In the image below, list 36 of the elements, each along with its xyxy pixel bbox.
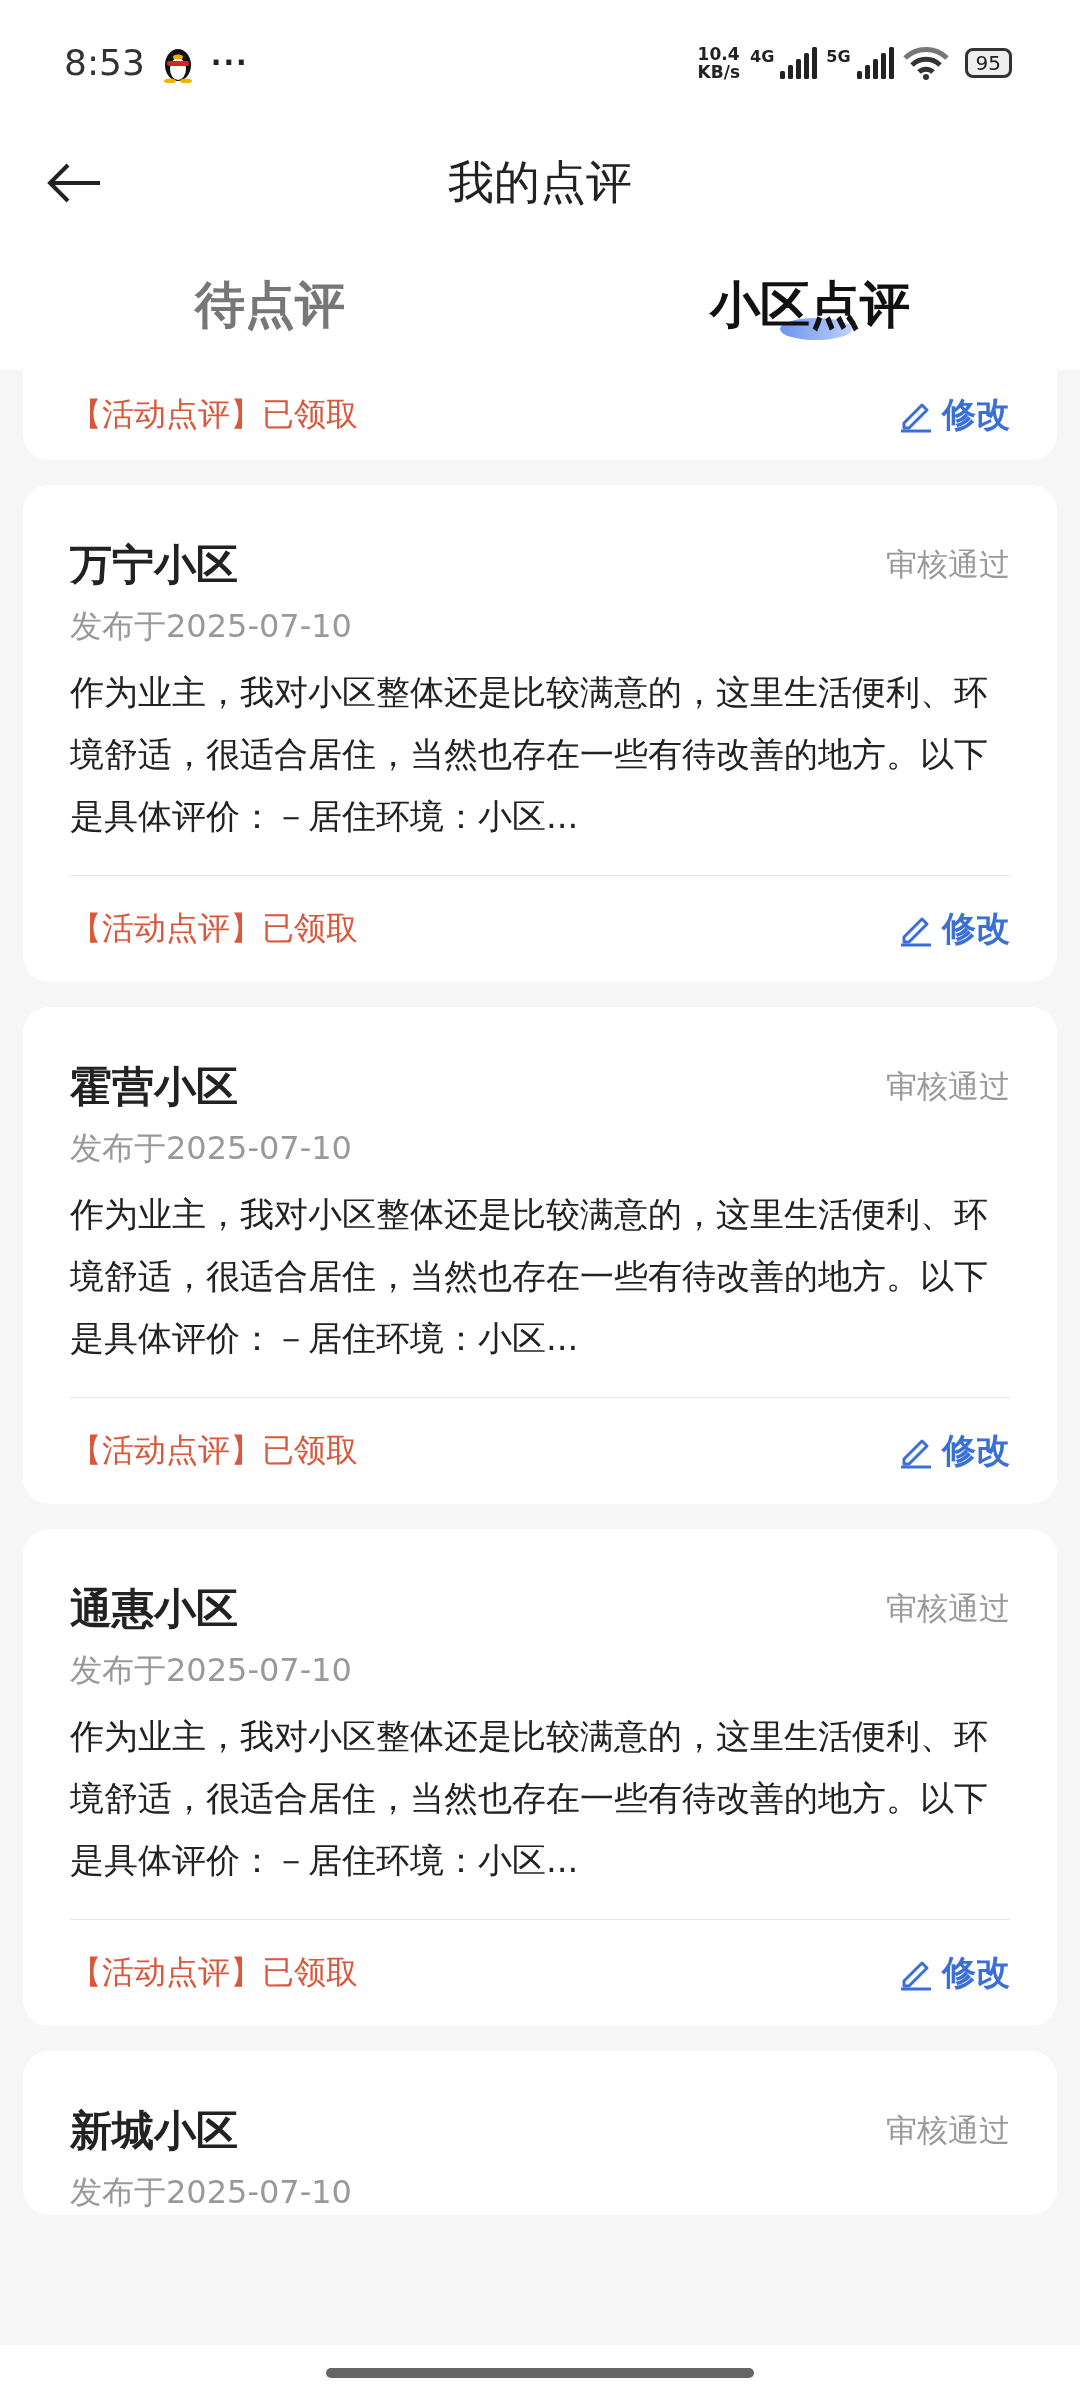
edit-button[interactable]: 修改 — [898, 1428, 1010, 1474]
review-text: 作为业主，我对小区整体还是比较满意的，这里生活便利、环境舒适，很适合居住，当然也存在一些有待改善的地方。以下是具体评价：－居住环境：小区... — [70, 1715, 989, 1882]
signal-icon — [856, 46, 897, 79]
network-type: 5G — [826, 46, 851, 66]
network-speed: 10.4 KB/s — [697, 44, 740, 81]
reward-status: 【活动点评】已领取 — [70, 908, 358, 949]
more-notifications: ··· — [210, 46, 249, 79]
battery-indicator: 95 — [964, 47, 1012, 78]
reward-status: 【活动点评】已领取 — [70, 1430, 358, 1471]
review-status: 审核通过 — [886, 1067, 1010, 1106]
publish-date: 发布于2025-07-10 — [70, 606, 353, 647]
edit-button[interactable]: 修改 — [898, 906, 1010, 952]
community-name: 万宁小区 — [70, 539, 238, 591]
tab[interactable]: 待点评 — [195, 271, 345, 339]
publish-date: 发布于2025-07-10 — [70, 1650, 353, 1691]
home-indicator[interactable] — [326, 2367, 754, 2378]
review-text: 作为业主，我对小区整体还是比较满意的，这里生活便利、环境舒适，很适合居住，当然也存在一些有待改善的地方。以下是具体评价：－居住环境：小区... — [70, 1193, 989, 1360]
wifi-icon — [902, 45, 949, 80]
publish-date: 发布于2025-07-10 — [70, 2172, 353, 2213]
edit-button[interactable]: 修改 — [898, 1950, 1010, 1996]
back-arrow-icon[interactable] — [46, 163, 102, 203]
review-status: 审核通过 — [886, 545, 1010, 584]
network-type: 4G — [750, 46, 775, 66]
review-status: 审核通过 — [886, 1589, 1010, 1628]
reward-status: 【活动点评】已领取 — [70, 394, 358, 435]
community-name: 通惠小区 — [70, 1583, 238, 1635]
publish-date: 发布于2025-07-10 — [70, 1128, 353, 1169]
edit-button[interactable]: 修改 — [898, 392, 1010, 438]
review-text: 作为业主，我对小区整体还是比较满意的，这里生活便利、环境舒适，很适合居住，当然也存在一些有待改善的地方。以下是具体评价：－居住环境：小区... — [70, 671, 989, 838]
review-status: 审核通过 — [886, 2111, 1010, 2150]
clock: 8:53 — [64, 42, 145, 83]
community-name: 新城小区 — [70, 2105, 238, 2157]
community-name: 霍营小区 — [70, 1061, 238, 1113]
page-title: 我的点评 — [448, 153, 632, 211]
tab[interactable]: 小区点评 — [710, 271, 910, 339]
reward-status: 【活动点评】已领取 — [70, 1952, 358, 1993]
